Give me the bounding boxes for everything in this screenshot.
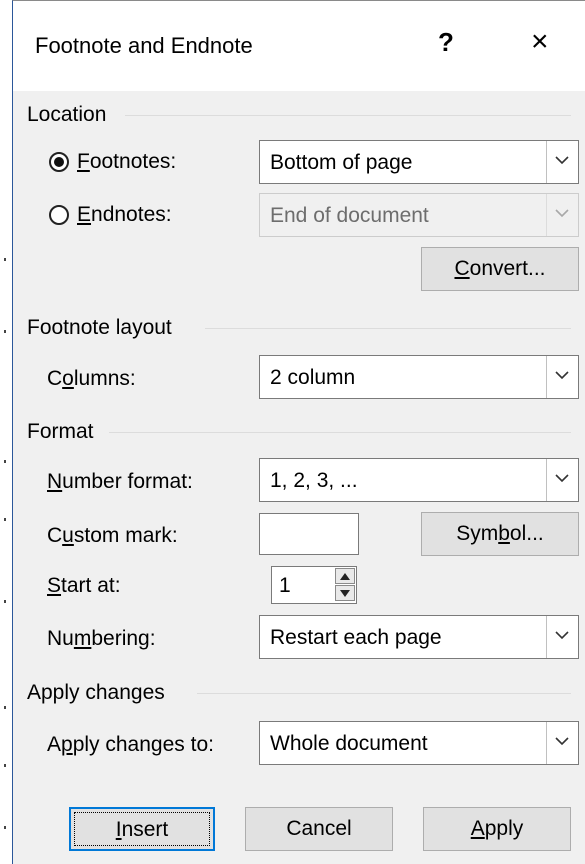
- columns-label: Columns:: [47, 367, 136, 390]
- chevron-down-icon[interactable]: [546, 356, 578, 398]
- spin-up-icon[interactable]: [335, 568, 355, 584]
- strip-mark: [4, 600, 6, 603]
- format-section-label: Format: [27, 420, 94, 443]
- start-at-value: 1: [279, 574, 291, 597]
- start-at-label: Start at:: [47, 574, 121, 597]
- dialog-title: Footnote and Endnote: [35, 33, 253, 58]
- numbering-select[interactable]: Restart each page: [259, 615, 579, 659]
- strip-mark: [4, 764, 6, 767]
- spin-down-icon[interactable]: [335, 585, 355, 601]
- footnotes-radio[interactable]: [49, 152, 69, 172]
- columns-select[interactable]: 2 column: [259, 355, 579, 399]
- format-separator: [109, 432, 571, 433]
- insert-button[interactable]: Insert: [69, 807, 215, 851]
- insert-button-focus-ring: Insert: [74, 812, 210, 846]
- number-format-select[interactable]: 1, 2, 3, ...: [259, 458, 579, 502]
- layout-separator: [205, 328, 571, 329]
- footnotes-label[interactable]: Footnotes:: [77, 150, 176, 174]
- numbering-label: Numbering:: [47, 627, 156, 650]
- title-bar: Footnote and Endnote ? ×: [13, 1, 585, 91]
- custom-mark-label: Custom mark:: [47, 524, 178, 547]
- strip-mark: [4, 460, 6, 463]
- apply-changes-to-value: Whole document: [270, 732, 428, 755]
- numbering-value: Restart each page: [270, 626, 442, 649]
- footnotes-position-value: Bottom of page: [270, 151, 413, 174]
- apply-changes-to-label: Apply changes to:: [47, 733, 214, 756]
- chevron-down-icon: [546, 194, 578, 236]
- columns-value: 2 column: [270, 366, 356, 389]
- apply-changes-section-label: Apply changes: [27, 681, 165, 704]
- endnotes-radio[interactable]: [49, 205, 69, 225]
- symbol-button[interactable]: Symbol...: [421, 512, 579, 556]
- footnote-layout-section-label: Footnote layout: [27, 316, 172, 339]
- location-section-label: Location: [27, 103, 107, 126]
- convert-button[interactable]: Convert...: [421, 247, 579, 291]
- cancel-button[interactable]: Cancel: [245, 807, 393, 851]
- number-format-label: Number format:: [47, 470, 193, 493]
- chevron-down-icon[interactable]: [546, 141, 578, 183]
- apply-button[interactable]: Apply: [423, 807, 571, 851]
- apply-changes-to-select[interactable]: Whole document: [259, 721, 579, 765]
- start-at-spinner[interactable]: [335, 568, 355, 602]
- endnotes-position-select: End of document: [259, 193, 579, 237]
- chevron-down-icon[interactable]: [546, 616, 578, 658]
- location-separator: [125, 115, 571, 116]
- background-document-strip: [0, 0, 10, 864]
- strip-mark: [4, 330, 6, 333]
- apply-separator: [197, 693, 571, 694]
- close-button[interactable]: ×: [531, 27, 549, 57]
- chevron-down-icon[interactable]: [546, 459, 578, 501]
- strip-mark: [4, 518, 6, 521]
- footnotes-position-select[interactable]: Bottom of page: [259, 140, 579, 184]
- endnotes-label[interactable]: Endnotes:: [77, 203, 172, 227]
- footnote-endnote-dialog: Footnote and Endnote ? × Location Footno…: [12, 0, 585, 864]
- strip-mark: [4, 826, 6, 829]
- number-format-value: 1, 2, 3, ...: [270, 469, 358, 492]
- strip-mark: [4, 706, 6, 709]
- help-button[interactable]: ?: [438, 27, 454, 58]
- chevron-down-icon[interactable]: [546, 722, 578, 764]
- endnotes-position-value: End of document: [270, 204, 429, 227]
- radio-selected-dot: [54, 157, 64, 167]
- custom-mark-input[interactable]: [259, 513, 359, 555]
- strip-mark: [4, 258, 6, 261]
